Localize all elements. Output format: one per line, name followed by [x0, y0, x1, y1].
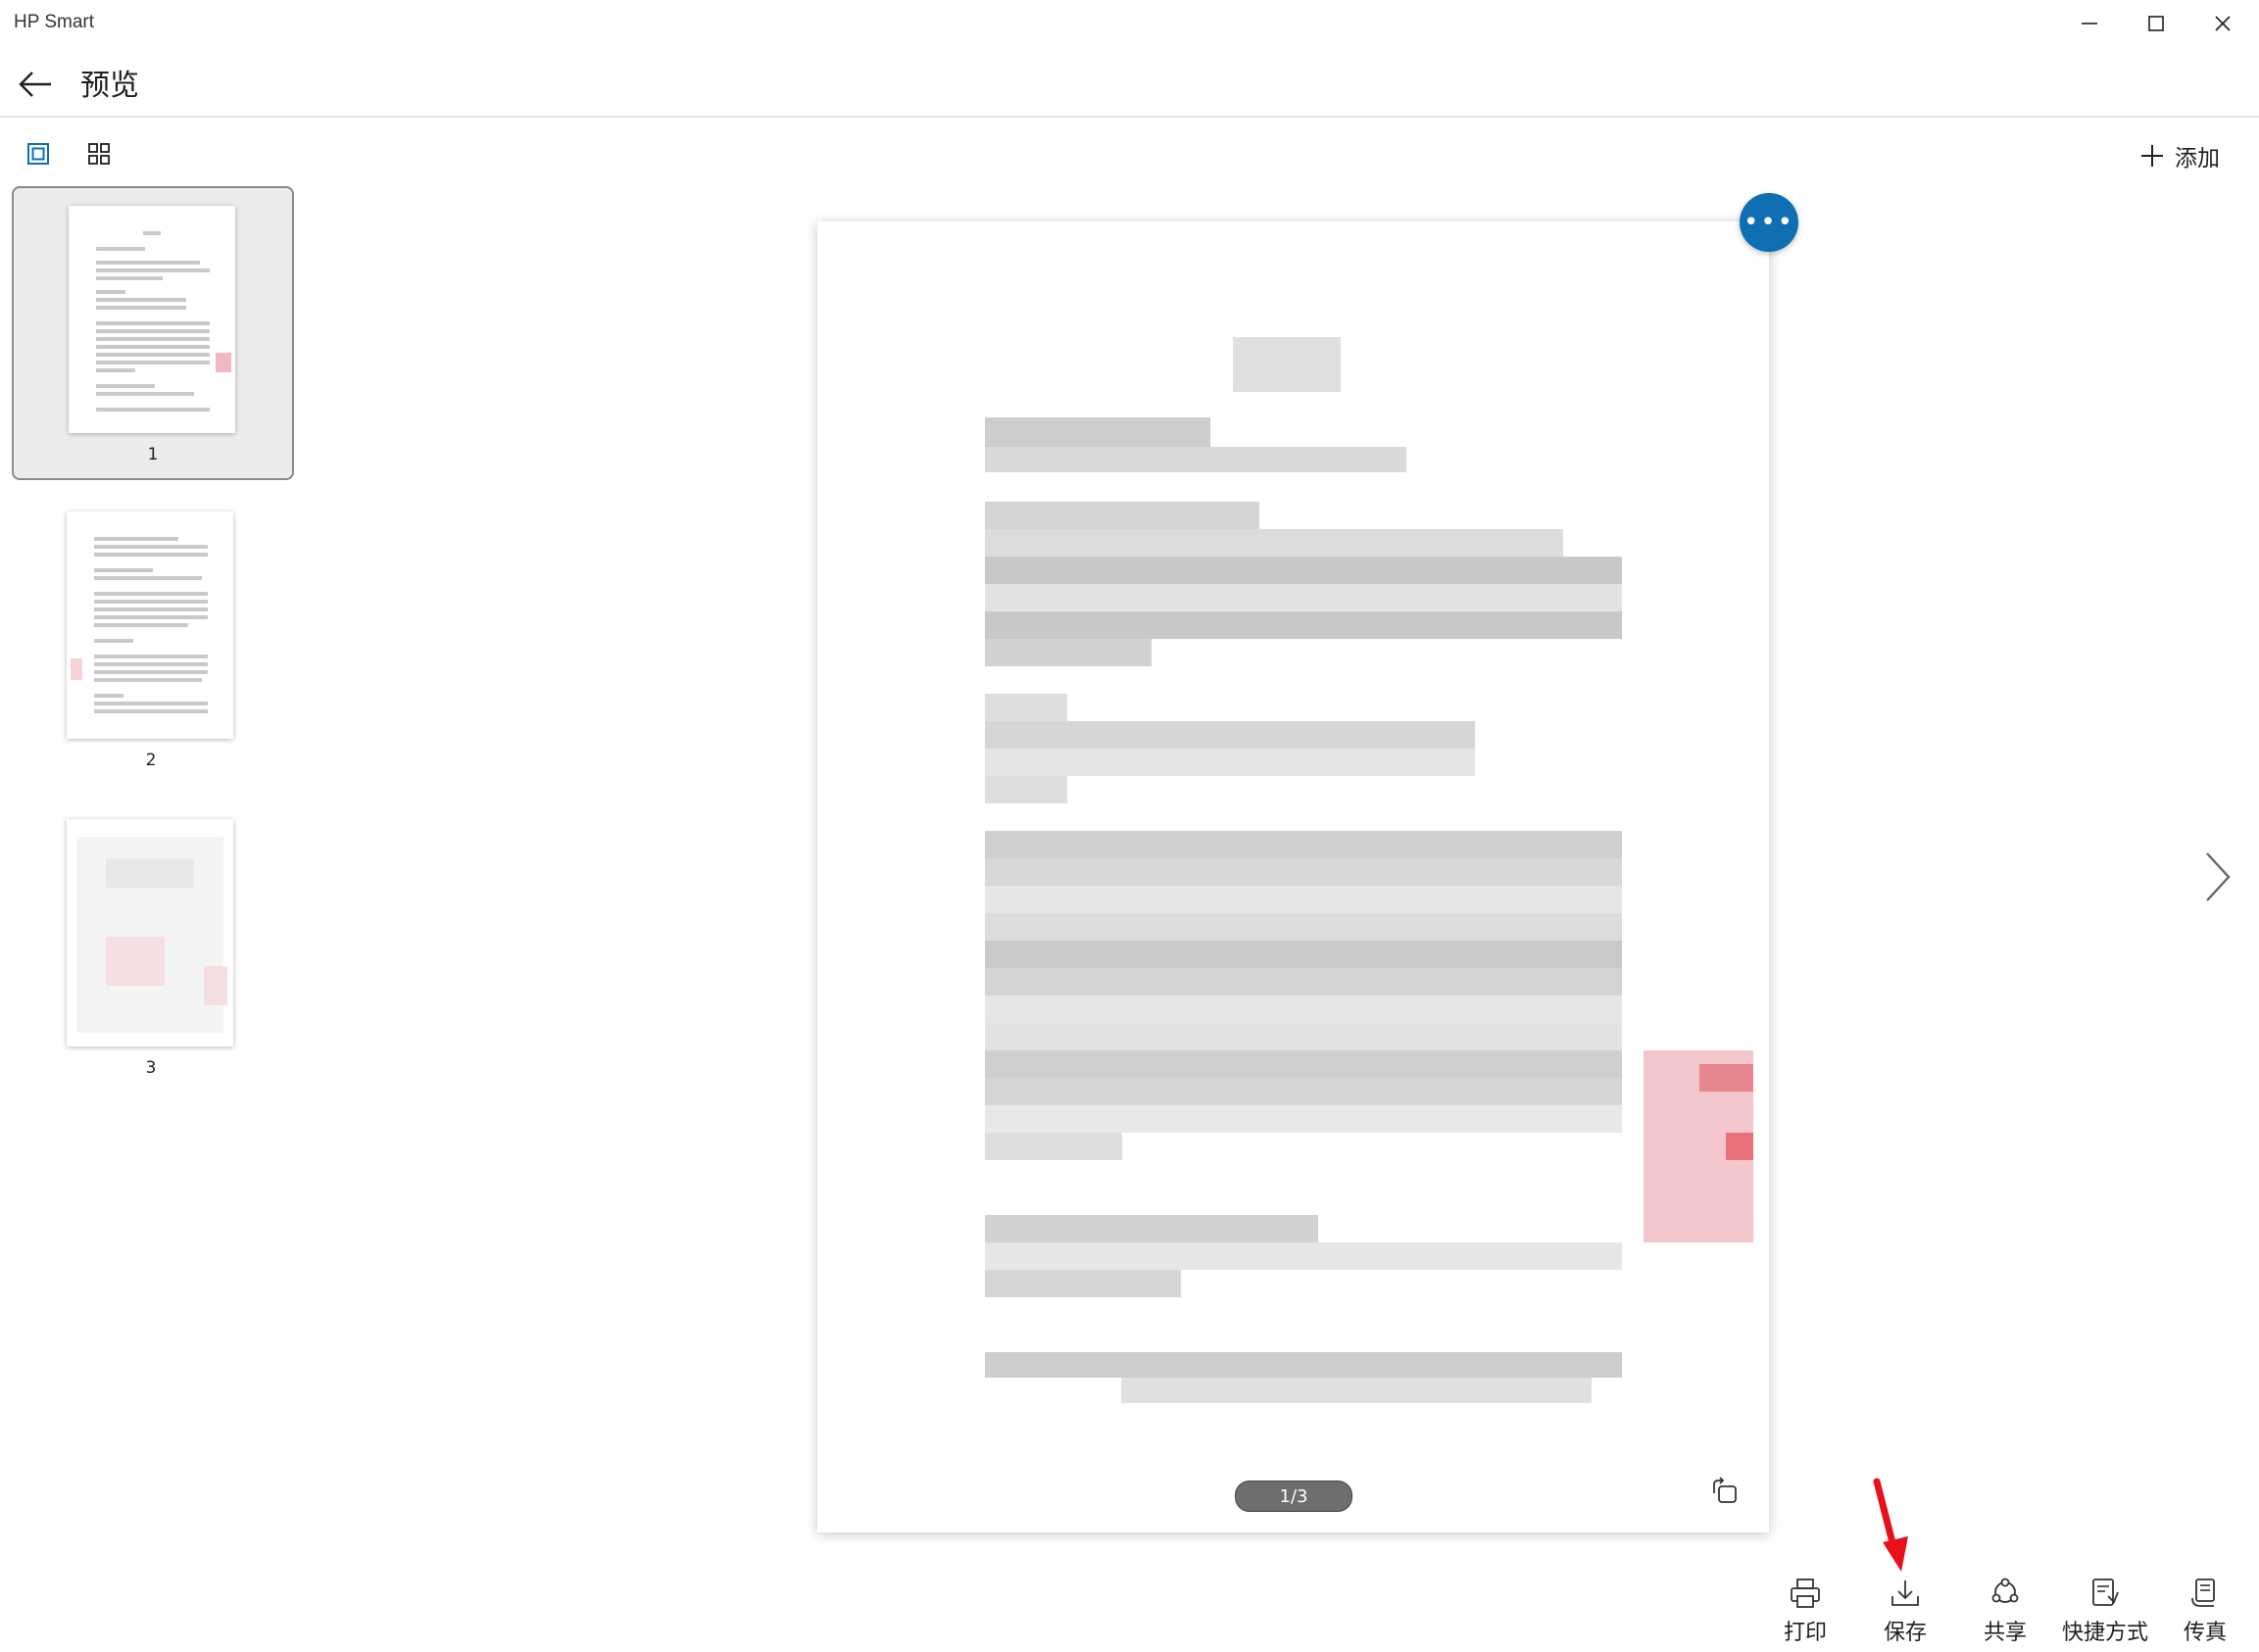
title-bar: HP Smart	[0, 0, 2259, 49]
annotation-arrow-icon	[1873, 1478, 1908, 1572]
shortcut-label: 快捷方式	[2061, 1621, 2148, 1645]
rotate-button[interactable]	[1705, 1472, 1744, 1511]
document-preview[interactable]	[817, 221, 1769, 1532]
save-button[interactable]: 保存	[1856, 1576, 1954, 1652]
page-indicator: 1/3	[1235, 1481, 1352, 1512]
more-options-button[interactable]: •••	[1740, 193, 1798, 252]
thumbnail-page-3[interactable]: 3	[12, 802, 290, 1092]
share-label: 共享	[1983, 1621, 2027, 1645]
save-download-icon	[1891, 1580, 1919, 1606]
fax-icon	[2191, 1579, 2215, 1607]
print-label: 打印	[1783, 1621, 1827, 1645]
close-icon	[2215, 16, 2231, 31]
print-button[interactable]: 打印	[1756, 1576, 1854, 1652]
share-icon	[1991, 1578, 2019, 1603]
grid-view-icon	[88, 143, 110, 165]
page-title: 预览	[80, 69, 139, 103]
rotate-icon	[1713, 1477, 1737, 1503]
page-header: 预览	[0, 49, 2259, 118]
printer-icon	[1791, 1579, 1820, 1608]
minimize-button[interactable]	[2056, 0, 2123, 47]
save-label: 保存	[1883, 1621, 1927, 1645]
grid-view-button[interactable]	[80, 135, 118, 172]
thumbnail-image	[67, 819, 233, 1046]
chevron-right-icon	[2206, 852, 2231, 901]
thumbnail-page-1[interactable]: 1	[12, 186, 294, 480]
minimize-icon	[2082, 23, 2097, 24]
back-button[interactable]	[14, 63, 57, 106]
add-button-label: 添加	[2175, 146, 2220, 171]
thumbnail-page-2[interactable]: 2	[12, 494, 290, 784]
next-page-button[interactable]	[2198, 843, 2237, 911]
share-button[interactable]: 共享	[1956, 1576, 2054, 1652]
shortcut-button[interactable]: 快捷方式	[2056, 1576, 2154, 1652]
add-button[interactable]: 添加	[2139, 139, 2220, 172]
thumbnail-page-number: 1	[147, 445, 159, 464]
thumbnail-image	[67, 511, 233, 739]
maximize-icon	[2148, 16, 2164, 31]
thumbnail-page-number: 2	[145, 751, 157, 770]
thumbnail-page-number: 3	[145, 1058, 157, 1078]
arrow-left-icon	[19, 72, 51, 97]
single-page-view-button[interactable]	[20, 135, 57, 172]
app-title: HP Smart	[14, 12, 95, 32]
ellipsis-icon: •••	[1743, 208, 1794, 237]
plus-icon	[2141, 145, 2163, 167]
thumbnail-image	[69, 206, 235, 433]
close-button[interactable]	[2189, 0, 2256, 47]
shortcut-icon	[2092, 1579, 2119, 1606]
single-page-view-icon	[27, 143, 49, 165]
fax-button[interactable]: 传真	[2156, 1576, 2254, 1652]
fax-label: 传真	[2183, 1621, 2227, 1645]
maximize-button[interactable]	[2123, 0, 2189, 47]
